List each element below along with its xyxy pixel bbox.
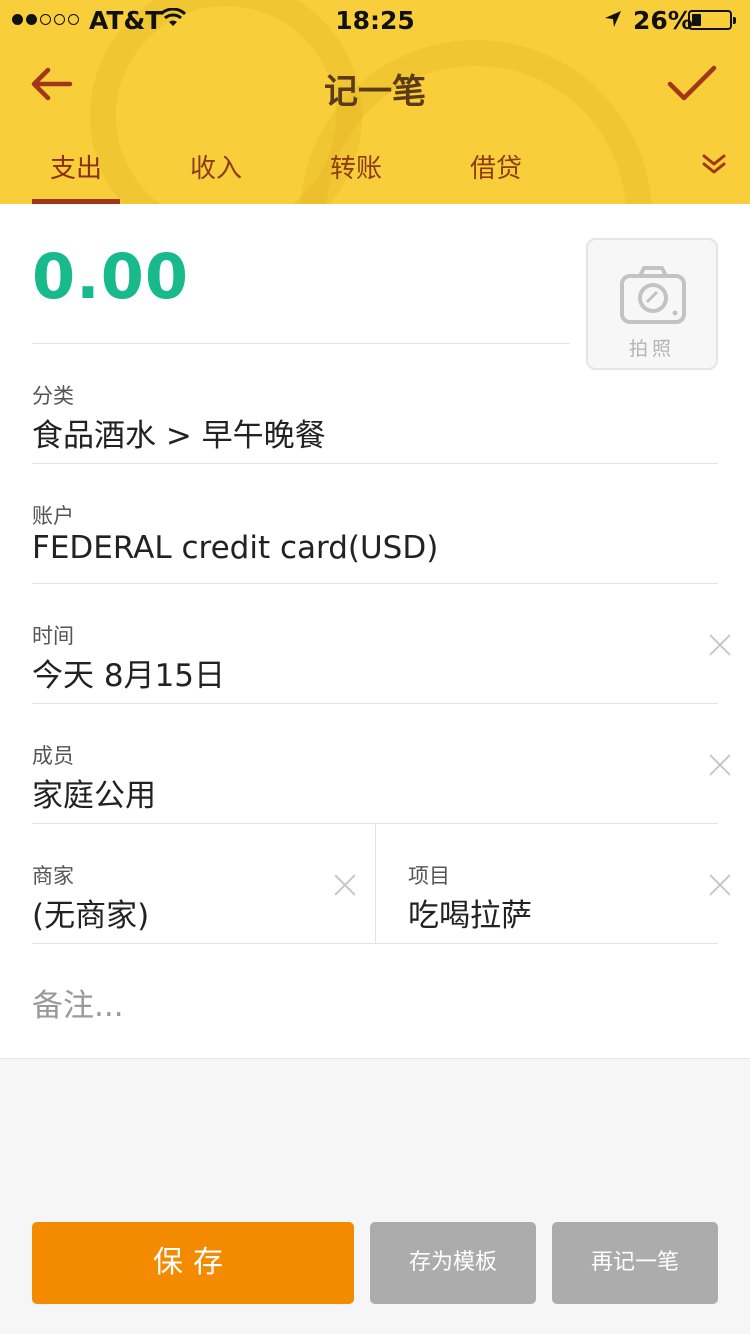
account-value: FEDERAL credit card(USD)	[32, 530, 439, 566]
time-field[interactable]: 时间 今天 8月15日	[32, 584, 718, 704]
location-arrow-icon	[605, 11, 621, 27]
camera-icon	[620, 266, 686, 324]
page-title: 记一笔	[324, 72, 426, 112]
tab-loan[interactable]: 借贷	[452, 148, 540, 185]
merchant-value: (无商家)	[32, 898, 150, 934]
tab-expense[interactable]: 支出	[32, 148, 120, 185]
confirm-button[interactable]	[666, 62, 718, 106]
clear-merchant-icon[interactable]	[334, 874, 356, 896]
project-value: 吃喝拉萨	[408, 898, 532, 934]
transaction-form: 0.00 拍照 分类 食品酒水 > 早午晚餐 账户 FEDERAL credit…	[0, 204, 750, 1059]
note-input[interactable]: 备注...	[32, 980, 124, 1025]
tab-income[interactable]: 收入	[172, 148, 260, 185]
clear-project-icon[interactable]	[709, 874, 731, 896]
header: AT&T 18:25 26% 记一笔 支出 收入 转账 借贷	[0, 0, 750, 204]
clear-time-icon[interactable]	[709, 634, 731, 656]
time-label: 时间	[32, 624, 74, 648]
account-field[interactable]: 账户 FEDERAL credit card(USD)	[32, 464, 718, 584]
category-field[interactable]: 分类 食品酒水 > 早午晚餐	[32, 344, 718, 464]
record-again-button[interactable]: 再记一笔	[552, 1222, 718, 1304]
merchant-field[interactable]: 商家 (无商家)	[32, 824, 375, 944]
project-label: 项目	[408, 864, 450, 888]
account-label: 账户	[32, 504, 74, 528]
tab-transfer[interactable]: 转账	[312, 148, 400, 185]
battery-icon	[688, 10, 736, 30]
member-value: 家庭公用	[32, 778, 156, 814]
category-label: 分类	[32, 384, 74, 408]
member-field[interactable]: 成员 家庭公用	[32, 704, 718, 824]
time-value: 今天 8月15日	[32, 658, 226, 694]
project-field[interactable]: 项目 吃喝拉萨	[376, 824, 718, 944]
double-chevron-down-icon[interactable]	[700, 152, 728, 176]
save-as-template-button[interactable]: 存为模板	[370, 1222, 536, 1304]
status-bar: AT&T 18:25 26%	[0, 0, 750, 40]
save-button[interactable]: 保存	[32, 1222, 354, 1304]
member-label: 成员	[32, 744, 74, 768]
clear-member-icon[interactable]	[709, 754, 731, 776]
merchant-label: 商家	[32, 864, 74, 888]
amount-input[interactable]: 0.00	[32, 240, 189, 313]
category-value: 食品酒水 > 早午晚餐	[32, 418, 326, 454]
battery-percent: 26%	[633, 6, 693, 35]
